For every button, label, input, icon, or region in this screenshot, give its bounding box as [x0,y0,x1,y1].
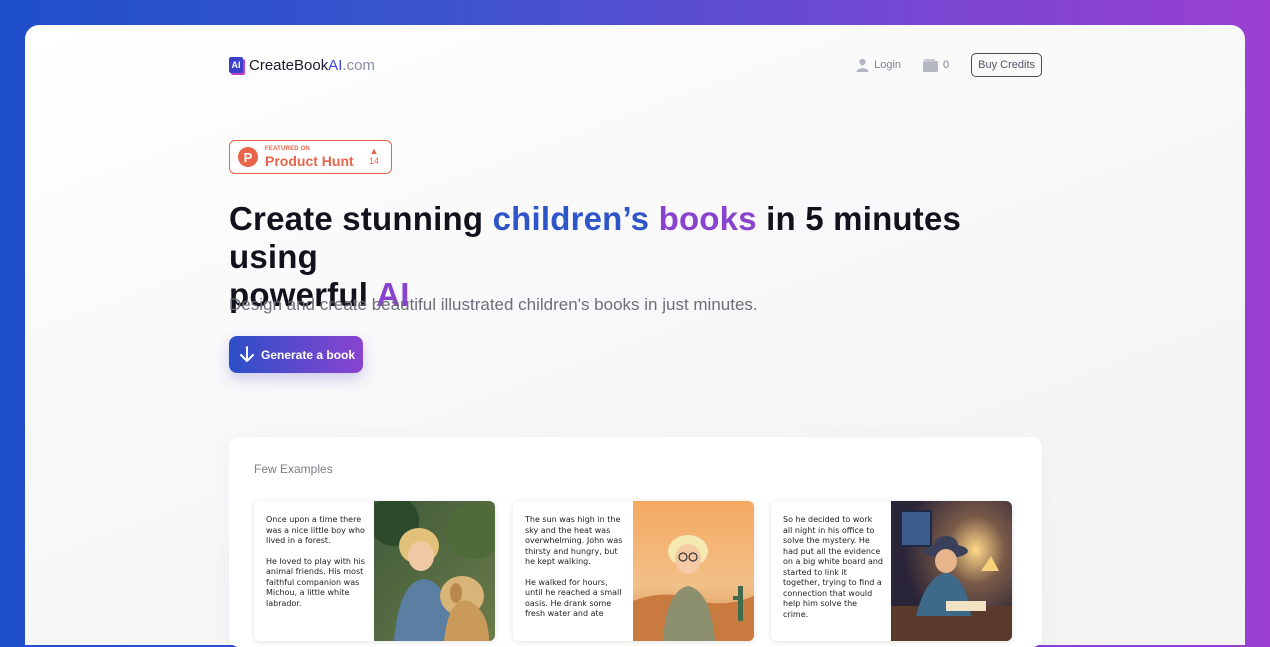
main-card: AI CreateBookAI.com Login 0 Buy Credits … [25,25,1245,647]
example-paragraph: He loved to play with his animal friends… [266,556,365,608]
example-paragraph: The sun was high in the sky and the heat… [525,515,623,566]
buy-credits-button[interactable]: Buy Credits [971,53,1042,77]
ph-votes: ▲ 14 [368,146,379,167]
boy-in-desert-illustration [633,501,754,641]
headline-part: Create stunning [229,200,493,237]
headline-highlight-purple: books [658,200,757,237]
hero-subtitle: Design and create beautiful illustrated … [229,295,758,314]
product-hunt-badge[interactable]: P FEATURED ON Product Hunt ▲ 14 [229,140,392,174]
ph-name: Product Hunt [265,153,354,169]
login-link[interactable]: Login [856,58,901,72]
example-card[interactable]: Once upon a time there was a nice little… [254,501,495,641]
logo-mark-icon: AI [229,57,243,73]
headline-highlight-blue: children’s [492,200,659,237]
logo-tld: .com [342,56,375,74]
example-paragraph: He walked for hours, until he reached a … [525,577,622,619]
detective-at-desk-illustration [891,501,1012,641]
login-label: Login [874,59,902,71]
logo-name: CreateBook [249,56,329,74]
top-nav: AI CreateBookAI.com Login 0 Buy Credits [229,53,1042,77]
cart-link[interactable]: 0 [923,58,950,72]
example-card[interactable]: The sun was high in the sky and the heat… [513,501,754,641]
user-icon [856,58,869,72]
nav-actions: Login 0 Buy Credits [856,53,1042,77]
example-text: The sun was high in the sky and the heat… [525,515,625,630]
example-text: Once upon a time there was a nice little… [266,515,366,619]
ph-featured-label: FEATURED ON [265,146,311,152]
logo[interactable]: AI CreateBookAI.com [229,57,375,74]
logo-ai: AI [328,56,343,74]
ph-vote-count: 14 [368,156,379,166]
cart-count: 0 [943,59,950,71]
examples-section: Few Examples Once upon a time there was … [229,437,1042,647]
ph-text: FEATURED ON Product Hunt [265,146,354,168]
product-hunt-icon: P [238,147,258,167]
wallet-icon [923,58,939,72]
example-paragraph: So he decided to work all night in his o… [783,515,884,619]
example-paragraph: Once upon a time there was a nice little… [266,515,365,545]
boy-with-dog-illustration [374,501,495,641]
generate-book-label: Generate a book [261,347,356,362]
examples-title: Few Examples [254,462,333,476]
generate-book-button[interactable]: Generate a book [229,336,363,373]
example-text: So he decided to work all night in his o… [783,515,883,630]
example-card[interactable]: So he decided to work all night in his o… [771,501,1012,641]
logo-text: CreateBookAI.com [249,57,375,74]
arrow-down-icon [240,346,254,362]
